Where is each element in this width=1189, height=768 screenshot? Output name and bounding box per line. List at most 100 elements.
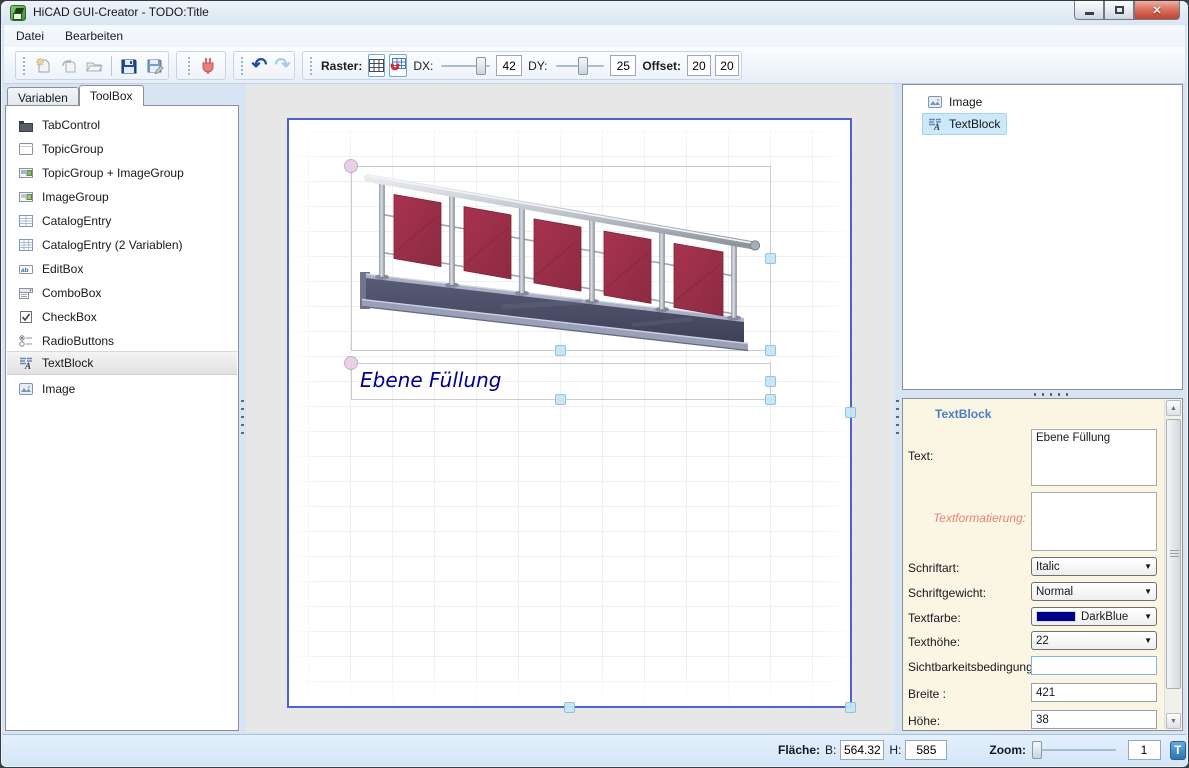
- zoom-value-input[interactable]: [1128, 740, 1161, 760]
- page-handle-bottom[interactable]: [564, 702, 575, 713]
- toolbar-grip[interactable]: [188, 57, 190, 75]
- offset-x-input[interactable]: [687, 55, 711, 76]
- hoehe-input[interactable]: [1031, 710, 1157, 729]
- maximize-icon: [1115, 6, 1124, 14]
- toolbox-item-textblock[interactable]: A TextBlock: [7, 351, 237, 375]
- dy-slider-thumb[interactable]: [578, 57, 588, 75]
- reload-file-button[interactable]: [58, 55, 80, 77]
- flaeche-h-input[interactable]: [905, 740, 947, 760]
- toolbox-item-radiobuttons[interactable]: RadioButtons: [7, 329, 237, 353]
- chevron-down-icon: ▼: [1144, 636, 1152, 645]
- textblock-handle-bottomright[interactable]: [765, 394, 776, 405]
- right-splitter[interactable]: [894, 85, 901, 731]
- textblock-handle-topleft[interactable]: [344, 356, 358, 370]
- schriftgewicht-dropdown[interactable]: Normal ▼: [1031, 582, 1157, 601]
- toolbox-item-editbox[interactable]: ab EditBox: [7, 257, 237, 281]
- toolbox-item-tabcontrol[interactable]: TabControl: [7, 113, 237, 137]
- title-bar[interactable]: HiCAD GUI-Creator - TODO:Title ✕: [1, 1, 1188, 25]
- dy-value-input[interactable]: [610, 55, 636, 76]
- plug-button[interactable]: [197, 55, 219, 77]
- combobox-icon: [18, 285, 34, 301]
- save-as-button[interactable]: [144, 55, 166, 77]
- window-title: HiCAD GUI-Creator - TODO:Title: [33, 5, 209, 19]
- raster-toolbar-group: Raster: DX: DY:: [302, 51, 742, 80]
- toolbar-grip[interactable]: [241, 57, 243, 75]
- image-icon: [927, 94, 943, 110]
- offset-y-input[interactable]: [715, 55, 739, 76]
- image-handle-right[interactable]: [765, 253, 776, 264]
- toolbox-item-catalogentry[interactable]: CatalogEntry: [7, 209, 237, 233]
- menu-datei[interactable]: Datei: [7, 26, 53, 46]
- design-textblock-element[interactable]: Ebene Füllung: [351, 363, 771, 400]
- textformatierung-input[interactable]: [1031, 492, 1157, 551]
- reload-file-icon: [60, 57, 78, 75]
- textblock-tool-button[interactable]: T: [1170, 741, 1186, 760]
- close-button[interactable]: ✕: [1134, 1, 1180, 20]
- page-handle-bottomright[interactable]: [845, 702, 856, 713]
- triangle-down-icon: ▼: [1170, 718, 1177, 725]
- undo-button[interactable]: ↶: [250, 55, 269, 77]
- open-folder-button[interactable]: [84, 55, 106, 77]
- schriftart-dropdown[interactable]: Italic ▼: [1031, 557, 1157, 576]
- tab-variablen[interactable]: Variablen: [7, 87, 79, 106]
- toolbox-item-checkbox[interactable]: CheckBox: [7, 305, 237, 329]
- menu-bearbeiten[interactable]: Bearbeiten: [56, 26, 132, 46]
- tree-item-textblock[interactable]: A TextBlock: [922, 113, 1007, 135]
- minimize-button[interactable]: [1074, 1, 1104, 20]
- zoom-slider-thumb[interactable]: [1032, 741, 1042, 759]
- darkblue-color-swatch: [1036, 611, 1076, 622]
- tree-item-image[interactable]: Image: [927, 91, 982, 113]
- dx-slider[interactable]: [441, 56, 490, 76]
- zoom-slider[interactable]: [1032, 740, 1116, 760]
- text-input[interactable]: Ebene Füllung: [1031, 429, 1157, 486]
- save-button[interactable]: [118, 55, 140, 77]
- new-file-button[interactable]: [32, 55, 54, 77]
- scroll-down-button[interactable]: ▼: [1166, 713, 1181, 729]
- image-handle-topleft[interactable]: [344, 159, 358, 173]
- menu-bar: Datei Bearbeiten: [4, 25, 1185, 47]
- toolbox-item-image[interactable]: Image: [7, 377, 237, 401]
- design-canvas[interactable]: Ebene Füllung: [246, 84, 894, 732]
- toolbox-item-combobox[interactable]: ComboBox: [7, 281, 237, 305]
- dx-slider-thumb[interactable]: [476, 57, 486, 75]
- dx-value-input[interactable]: [496, 55, 522, 76]
- grid-toggle-button[interactable]: [368, 54, 385, 77]
- redo-button[interactable]: ↷: [273, 55, 292, 77]
- design-image-element[interactable]: [351, 166, 771, 351]
- toolbar-grip[interactable]: [310, 57, 312, 75]
- dy-slider[interactable]: [556, 56, 605, 76]
- textblock-handle-right[interactable]: [765, 376, 776, 387]
- tab-toolbox[interactable]: ToolBox: [79, 85, 144, 106]
- scroll-up-button[interactable]: ▲: [1166, 400, 1181, 416]
- maximize-button[interactable]: [1104, 1, 1134, 20]
- properties-panel: TextBlock Text: Ebene Füllung Textformat…: [902, 398, 1183, 731]
- textfarbe-dropdown[interactable]: DarkBlue ▼: [1031, 607, 1157, 626]
- horizontal-splitter[interactable]: [902, 391, 1183, 398]
- toolbox-item-catalogentry-2variablen[interactable]: CatalogEntry (2 Variablen): [7, 233, 237, 257]
- toolbox-item-topicgroup-imagegroup[interactable]: TopicGroup + ImageGroup: [7, 161, 237, 185]
- scrollbar-thumb[interactable]: [1166, 419, 1181, 689]
- flaeche-b-input[interactable]: [840, 740, 884, 760]
- b-label: B:: [825, 743, 836, 757]
- svg-text:A: A: [933, 122, 940, 132]
- grid-snap-toggle-button[interactable]: [389, 54, 407, 77]
- zoom-label: Zoom:: [989, 743, 1026, 757]
- breite-input[interactable]: [1031, 683, 1157, 702]
- page-handle-right[interactable]: [845, 407, 856, 418]
- sichtbarkeitsbedingung-label: Sichtbarkeitsbedingung:: [908, 660, 1034, 674]
- texthoehe-dropdown[interactable]: 22 ▼: [1031, 631, 1157, 650]
- left-splitter[interactable]: [239, 85, 246, 731]
- minimize-icon: [1085, 12, 1094, 15]
- status-bar: Fläche: B: H: Zoom: T: [3, 734, 1186, 765]
- toolbox-item-topicgroup[interactable]: TopicGroup: [7, 137, 237, 161]
- text-label: Text:: [908, 449, 1028, 463]
- design-page[interactable]: Ebene Füllung: [287, 118, 852, 708]
- properties-scrollbar[interactable]: ▲ ▼: [1164, 400, 1181, 729]
- toolbar-grip[interactable]: [23, 57, 25, 75]
- sichtbarkeitsbedingung-input[interactable]: [1031, 656, 1157, 675]
- image-handle-bottomright[interactable]: [765, 345, 776, 356]
- textfarbe-label: Textfarbe:: [908, 611, 1028, 625]
- image-handle-bottom[interactable]: [555, 345, 566, 356]
- textblock-handle-bottom[interactable]: [555, 394, 566, 405]
- toolbox-item-imagegroup[interactable]: ImageGroup: [7, 185, 237, 209]
